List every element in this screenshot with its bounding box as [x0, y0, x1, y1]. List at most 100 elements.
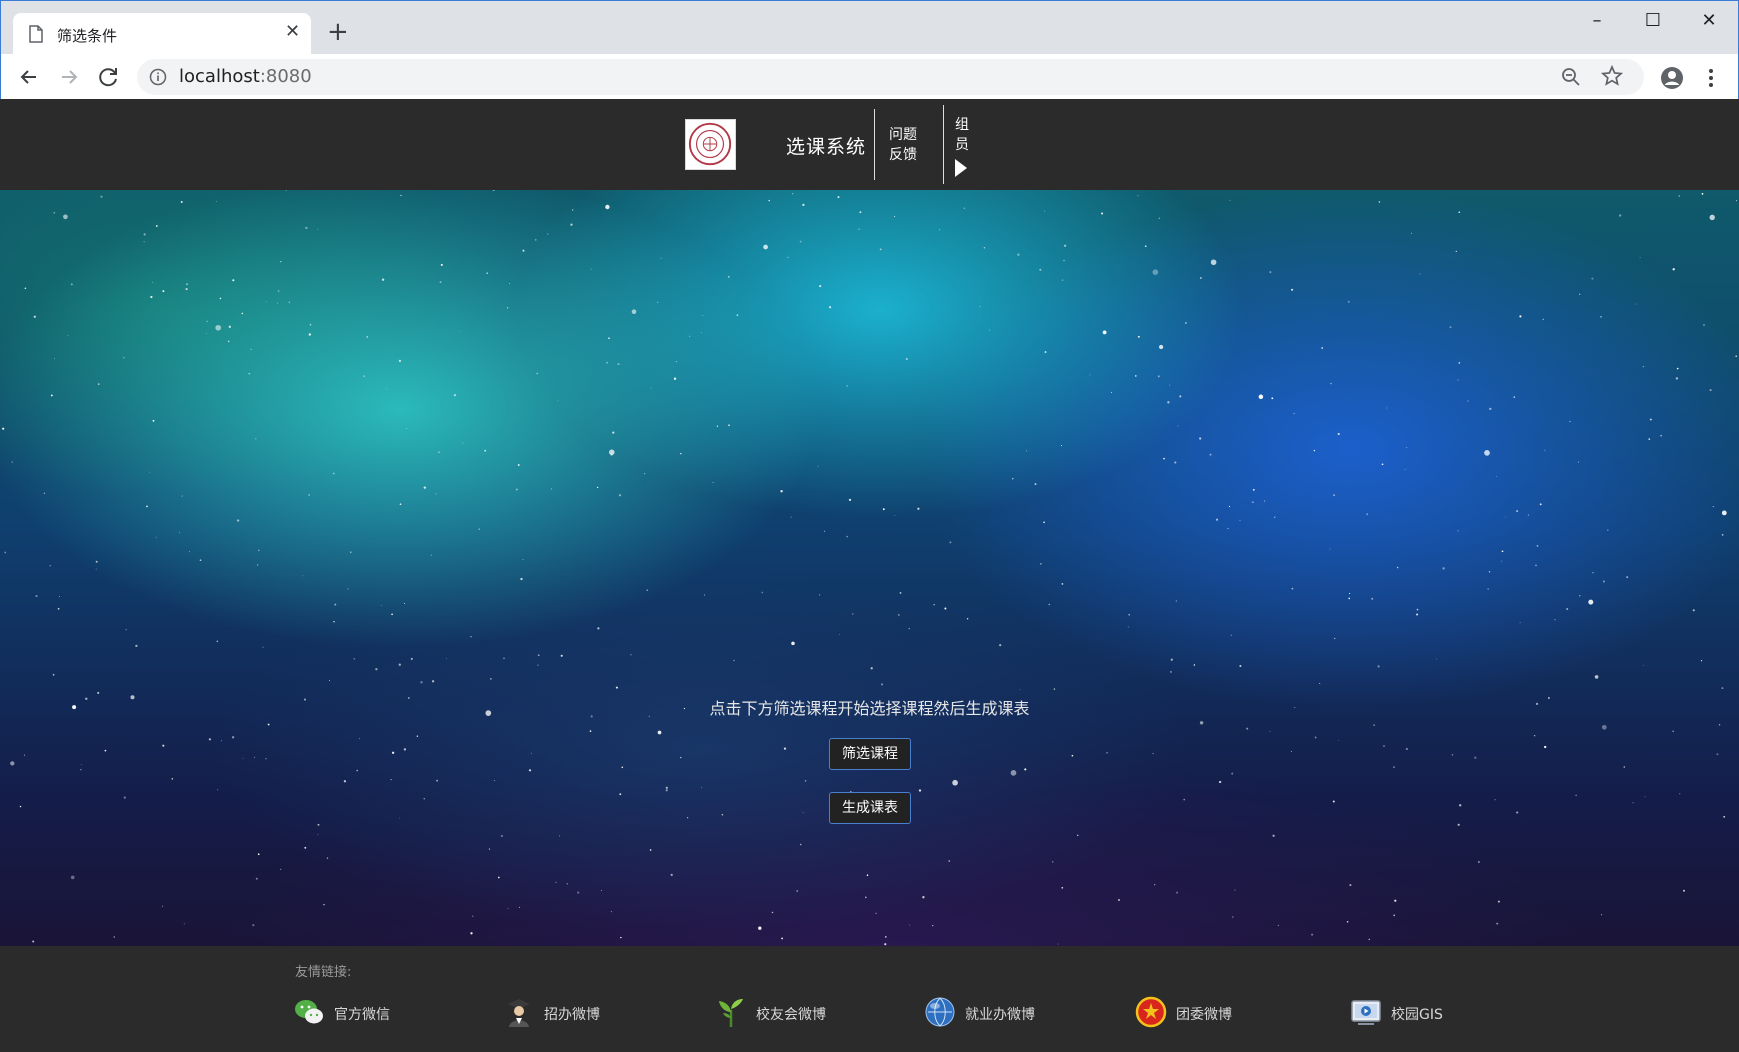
- star: [179, 532, 180, 534]
- star: [152, 419, 155, 422]
- star: [385, 388, 387, 390]
- minimize-icon[interactable]: –: [1577, 9, 1617, 33]
- star: [1063, 244, 1067, 247]
- star: [537, 664, 539, 666]
- star: [2, 427, 5, 430]
- star: [780, 490, 783, 493]
- star: [152, 281, 154, 283]
- university-seal-logo[interactable]: [685, 119, 736, 170]
- star: [405, 427, 407, 429]
- star: [963, 207, 966, 209]
- footer-link-label: 官方微信: [334, 1007, 390, 1023]
- star: [35, 595, 38, 598]
- star: [1010, 770, 1017, 776]
- star: [875, 912, 877, 915]
- star: [33, 315, 36, 318]
- new-tab-icon[interactable]: +: [327, 19, 349, 45]
- star: [440, 263, 443, 266]
- star: [819, 594, 821, 596]
- star: [304, 846, 307, 849]
- star: [343, 780, 347, 783]
- star: [492, 190, 495, 191]
- star: [1544, 449, 1546, 451]
- star: [758, 926, 762, 930]
- star: [689, 335, 691, 337]
- star: [1721, 510, 1727, 516]
- star: [255, 877, 258, 880]
- star: [610, 911, 612, 913]
- nav-feedback-link[interactable]: 问题反馈: [889, 125, 919, 165]
- info-icon[interactable]: [149, 68, 167, 86]
- star: [347, 588, 349, 590]
- league-badge-icon: [1135, 996, 1167, 1028]
- close-tab-icon[interactable]: ✕: [285, 23, 300, 41]
- browser-tab[interactable]: 筛选条件 ✕: [13, 13, 311, 54]
- star: [1185, 322, 1187, 324]
- video-screen-icon: [1351, 1000, 1381, 1025]
- star: [1012, 478, 1014, 480]
- star: [1183, 798, 1186, 801]
- address-bar[interactable]: localhost:8080: [137, 59, 1644, 95]
- more-menu-icon[interactable]: [1706, 66, 1716, 90]
- star: [1457, 379, 1459, 381]
- star: [199, 559, 202, 561]
- bookmark-star-icon[interactable]: [1601, 65, 1623, 87]
- zoom-out-icon[interactable]: [1561, 67, 1581, 87]
- star: [547, 233, 549, 235]
- star: [257, 549, 260, 552]
- star: [733, 659, 735, 662]
- star: [333, 620, 335, 623]
- star: [1077, 834, 1079, 837]
- generate-timetable-button[interactable]: 生成课表: [829, 792, 911, 824]
- star: [1607, 529, 1609, 531]
- star: [1218, 780, 1222, 784]
- star: [781, 937, 784, 940]
- star: [839, 634, 841, 635]
- star: [1544, 745, 1547, 749]
- star: [1231, 772, 1234, 775]
- star: [478, 528, 480, 530]
- star: [1170, 671, 1172, 673]
- star: [1644, 796, 1646, 798]
- reload-icon[interactable]: [96, 64, 122, 90]
- star: [63, 214, 68, 220]
- star: [649, 849, 652, 851]
- star: [939, 229, 941, 231]
- play-arrow-icon[interactable]: [955, 159, 967, 177]
- star: [804, 780, 807, 782]
- star: [95, 560, 98, 563]
- star: [205, 333, 207, 335]
- star: [308, 333, 311, 336]
- star: [1393, 914, 1396, 917]
- star: [11, 461, 13, 463]
- star: [430, 554, 432, 556]
- star: [391, 751, 395, 754]
- star: [609, 449, 615, 455]
- close-window-icon[interactable]: ✕: [1689, 9, 1729, 33]
- forward-icon[interactable]: [56, 64, 82, 90]
- star: [859, 211, 862, 214]
- footer-link-label: 就业办微博: [965, 1007, 1035, 1023]
- star: [32, 940, 35, 943]
- filter-courses-button[interactable]: 筛选课程: [829, 738, 911, 770]
- tab-title: 筛选条件: [57, 27, 118, 45]
- star: [1679, 793, 1681, 795]
- star: [630, 654, 632, 656]
- maximize-icon[interactable]: ☐: [1633, 9, 1673, 33]
- star: [1319, 682, 1321, 685]
- star: [219, 297, 222, 300]
- star: [728, 424, 730, 427]
- star: [363, 375, 365, 377]
- nav-members-menu[interactable]: 组员: [955, 115, 971, 177]
- star: [248, 373, 250, 375]
- star: [829, 306, 832, 309]
- star: [1239, 519, 1241, 521]
- star: [944, 607, 947, 610]
- back-icon[interactable]: [16, 64, 42, 90]
- star: [1619, 214, 1622, 217]
- star: [1579, 293, 1581, 295]
- star: [67, 335, 69, 337]
- star: [1199, 437, 1202, 440]
- profile-avatar-icon[interactable]: [1660, 66, 1684, 90]
- star: [183, 923, 185, 925]
